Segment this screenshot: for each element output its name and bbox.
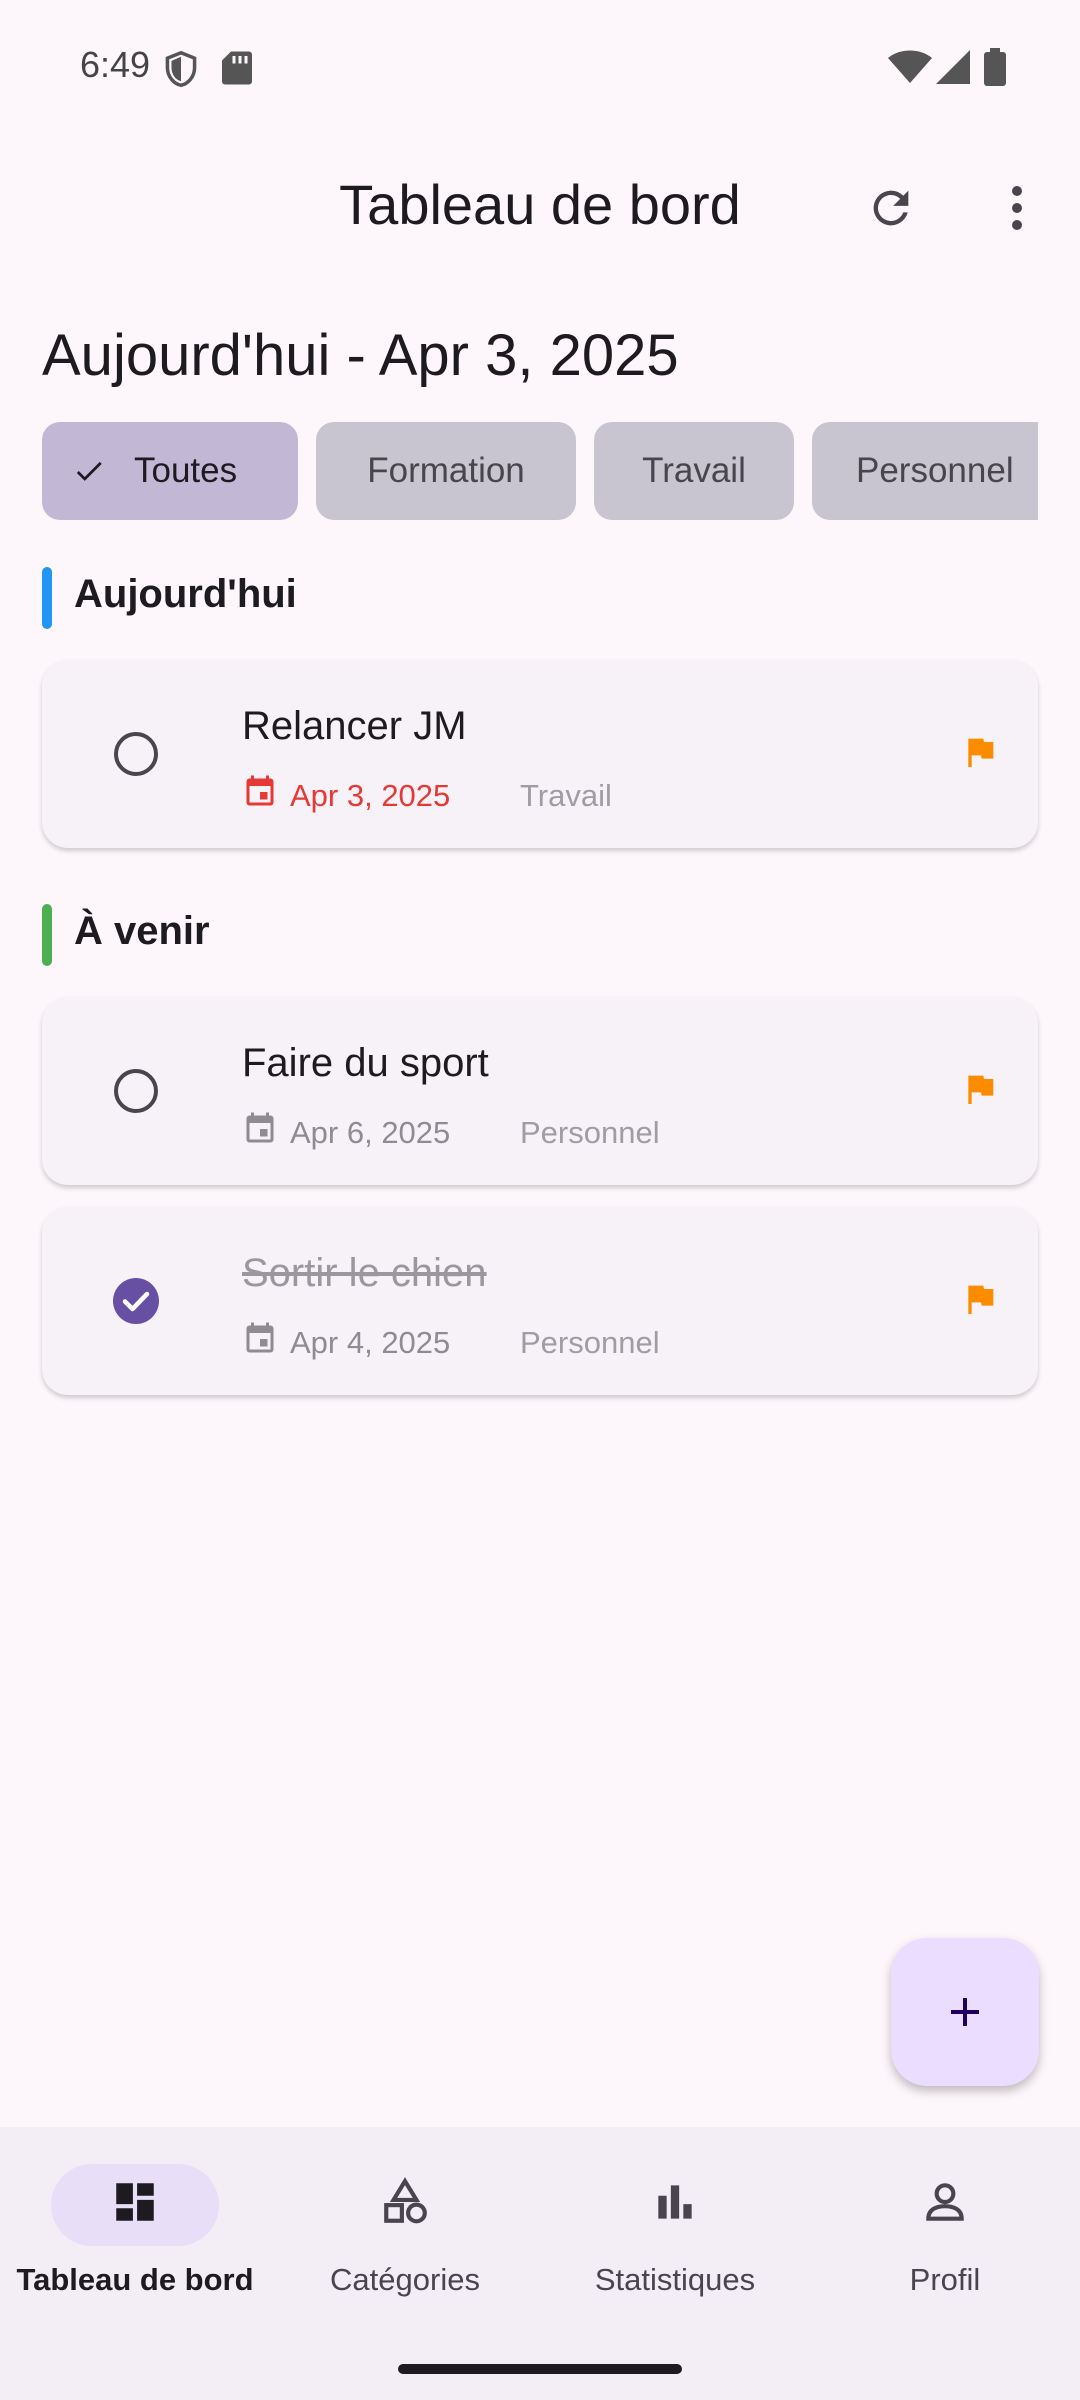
task-card[interactable]: Relancer JM Apr 3, 2025 Travail <box>42 660 1038 848</box>
home-indicator[interactable] <box>398 2364 682 2374</box>
nav-label: Catégories <box>330 2262 480 2297</box>
flag-icon <box>968 1075 994 1104</box>
flag-icon <box>968 1285 994 1314</box>
flag-icon <box>968 738 994 767</box>
calendar-icon <box>246 1112 274 1143</box>
nav-label: Tableau de bord <box>16 2262 254 2297</box>
filter-chip-label: Toutes <box>134 451 238 490</box>
checkbox-unchecked-icon[interactable] <box>112 730 160 778</box>
task-due-date: Apr 6, 2025 <box>290 1115 451 1150</box>
status-bar: 6:49 <box>0 0 1080 135</box>
more-vert-icon <box>1012 186 1022 230</box>
task-title: Relancer JM <box>242 704 467 748</box>
task-card[interactable]: Sortir le chien Apr 4, 2025 Personnel <box>42 1207 1038 1395</box>
filter-chip-label: Personnel <box>856 451 1014 490</box>
person-icon <box>926 2183 964 2221</box>
nav-item-profile[interactable]: Profil <box>810 2127 1080 2367</box>
bottom-navigation: Tableau de bord Catégories Statistiques … <box>0 2127 1080 2400</box>
status-time: 6:49 <box>80 44 151 85</box>
refresh-icon <box>873 190 909 226</box>
filter-chip-formation[interactable]: Formation <box>316 422 576 520</box>
filter-chip-travail[interactable]: Travail <box>594 422 794 520</box>
shield-icon <box>165 50 197 88</box>
nav-label: Profil <box>909 2262 981 2297</box>
filter-chip-label: Formation <box>367 451 525 490</box>
check-icon <box>76 461 102 481</box>
calendar-icon <box>246 1322 274 1353</box>
plus-icon <box>951 1998 979 2026</box>
more-options-button[interactable] <box>972 163 1062 253</box>
nav-item-dashboard[interactable]: Tableau de bord <box>0 2127 270 2367</box>
task-title: Faire du sport <box>242 1041 489 1085</box>
nav-item-categories[interactable]: Catégories <box>270 2127 540 2367</box>
task-category: Personnel <box>520 1115 660 1150</box>
filter-chip-personnel[interactable]: Personnel <box>812 422 1038 520</box>
refresh-button[interactable] <box>846 163 936 253</box>
task-category: Personnel <box>520 1325 660 1360</box>
sd-card-icon <box>222 51 252 85</box>
task-due-date: Apr 4, 2025 <box>290 1325 451 1360</box>
categories-icon <box>384 2177 427 2224</box>
calendar-icon <box>246 775 274 806</box>
date-heading: Aujourd'hui - Apr 3, 2025 <box>42 323 679 388</box>
nav-label: Statistiques <box>594 2262 756 2297</box>
section-title-upcoming: À venir <box>74 909 210 953</box>
add-task-button[interactable] <box>891 1938 1039 2086</box>
battery-icon <box>984 48 1006 86</box>
signal-icon <box>936 50 970 84</box>
task-card[interactable]: Faire du sport Apr 6, 2025 Personnel <box>42 997 1038 1185</box>
task-title: Sortir le chien <box>242 1251 487 1295</box>
dashboard-icon <box>116 2183 154 2221</box>
filter-chip-toutes[interactable]: Toutes <box>42 422 298 520</box>
checkbox-unchecked-icon[interactable] <box>112 1067 160 1115</box>
task-category: Travail <box>520 778 612 813</box>
wifi-icon <box>888 50 932 83</box>
filter-chip-label: Travail <box>642 451 746 490</box>
nav-item-statistics[interactable]: Statistiques <box>540 2127 810 2367</box>
filter-chips: Toutes Formation Travail Personnel <box>42 422 1038 522</box>
checkbox-checked-icon[interactable] <box>112 1277 160 1325</box>
task-due-date: Apr 3, 2025 <box>290 778 451 813</box>
section-title-today: Aujourd'hui <box>74 572 297 616</box>
section-indicator-today <box>42 567 52 629</box>
bar-chart-icon <box>658 2185 692 2219</box>
section-indicator-upcoming <box>42 904 52 966</box>
